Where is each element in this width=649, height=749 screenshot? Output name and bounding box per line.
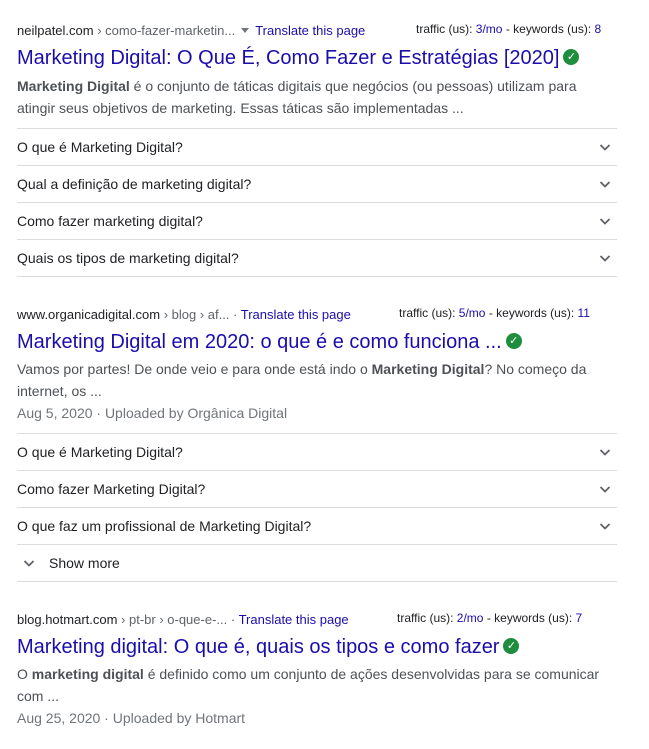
keywords-label: - keywords (us): — [485, 306, 578, 320]
chevron-down-icon — [599, 255, 611, 262]
result-domain[interactable]: neilpatel.com — [17, 23, 94, 38]
related-question[interactable]: O que é Marketing Digital? — [17, 128, 617, 165]
related-question[interactable]: Quais os tipos de marketing digital? — [17, 239, 617, 277]
keywords-value: 8 — [594, 22, 602, 36]
result-path[interactable]: › como-fazer-marketin... — [94, 23, 235, 38]
chevron-down-icon — [599, 144, 611, 151]
chevron-down-icon — [599, 218, 611, 225]
check-circle-icon: ✓ — [505, 332, 522, 349]
keywords-label: - keywords (us): — [502, 22, 595, 36]
result-domain[interactable]: www.organicadigital.com — [17, 307, 160, 322]
keywords-label: - keywords (us): — [483, 611, 576, 625]
keyword-stats: traffic (us): 3/mo - keywords (us): 8 — [416, 22, 601, 36]
traffic-label: traffic (us): — [397, 611, 457, 625]
keyword-stats: traffic (us): 5/mo - keywords (us): 11 — [399, 306, 590, 320]
traffic-label: traffic (us): — [416, 22, 476, 36]
show-more-label: Show more — [49, 555, 120, 571]
result-snippet: Marketing Digital é o conjunto de tática… — [17, 75, 607, 119]
keyword-stats: traffic (us): 2/mo - keywords (us): 7 — [397, 611, 582, 625]
chevron-down-icon — [599, 523, 611, 530]
check-circle-icon: ✓ — [563, 48, 580, 65]
question-text: Como fazer Marketing Digital? — [17, 481, 206, 497]
question-text: O que é Marketing Digital? — [17, 444, 183, 460]
related-question[interactable]: O que é Marketing Digital? — [17, 433, 617, 470]
chevron-down-icon — [23, 560, 35, 567]
translate-link[interactable]: Translate this page — [241, 307, 351, 322]
result-title-text[interactable]: Marketing Digital em 2020: o que é e com… — [17, 331, 502, 353]
result-title[interactable]: Marketing Digital em 2020: o que é e com… — [17, 329, 522, 355]
traffic-value: 2/mo — [456, 611, 484, 625]
result-path[interactable]: › blog › af... · — [160, 307, 241, 322]
translate-link[interactable]: Translate this page — [239, 612, 349, 627]
snippet-highlight: Marketing Digital — [17, 78, 130, 94]
traffic-label: traffic (us): — [399, 306, 459, 320]
question-text: Quais os tipos de marketing digital? — [17, 250, 239, 266]
chevron-down-icon — [599, 449, 611, 456]
question-text: O que é Marketing Digital? — [17, 139, 183, 155]
result-snippet: O marketing digital é definido como um c… — [17, 663, 607, 707]
show-more-button[interactable]: Show more — [17, 544, 617, 582]
question-text: Qual a definição de marketing digital? — [17, 176, 252, 192]
result-title-text[interactable]: Marketing Digital: O Que É, Como Fazer e… — [17, 47, 559, 69]
related-question[interactable]: Qual a definição de marketing digital? — [17, 165, 617, 202]
result-title[interactable]: Marketing Digital: O Que É, Como Fazer e… — [17, 45, 580, 71]
keywords-value: 11 — [577, 306, 590, 320]
related-question[interactable]: Como fazer marketing digital? — [17, 202, 617, 239]
snippet-highlight: Marketing Digital — [371, 361, 485, 377]
result-meta: Aug 5, 2020 · Uploaded by Orgânica Digit… — [17, 405, 288, 421]
chevron-down-icon — [599, 486, 611, 493]
result-domain[interactable]: blog.hotmart.com — [17, 612, 117, 627]
translate-link[interactable]: Translate this page — [255, 23, 365, 38]
result-meta: Aug 25, 2020 · Uploaded by Hotmart — [17, 710, 246, 726]
result-snippet: Vamos por partes! De onde veio e para on… — [17, 358, 607, 402]
check-circle-icon: ✓ — [503, 637, 520, 654]
result-title-text[interactable]: Marketing digital: O que é, quais os tip… — [17, 636, 499, 658]
triangle-down-icon[interactable] — [241, 28, 250, 34]
snippet-text: O — [17, 666, 32, 682]
traffic-value: 3/mo — [475, 22, 503, 36]
related-question[interactable]: Como fazer Marketing Digital? — [17, 470, 617, 507]
result-title[interactable]: Marketing digital: O que é, quais os tip… — [17, 634, 520, 660]
chevron-down-icon — [599, 181, 611, 188]
snippet-text: Vamos por partes! De onde veio e para on… — [17, 361, 372, 377]
result-path[interactable]: › pt-br › o-que-e-... · — [117, 612, 238, 627]
traffic-value: 5/mo — [458, 306, 486, 320]
snippet-highlight: marketing digital — [31, 666, 144, 682]
question-text: O que faz um profissional de Marketing D… — [17, 518, 312, 534]
question-text: Como fazer marketing digital? — [17, 213, 203, 229]
keywords-value: 7 — [575, 611, 583, 625]
related-question[interactable]: O que faz um profissional de Marketing D… — [17, 507, 617, 544]
